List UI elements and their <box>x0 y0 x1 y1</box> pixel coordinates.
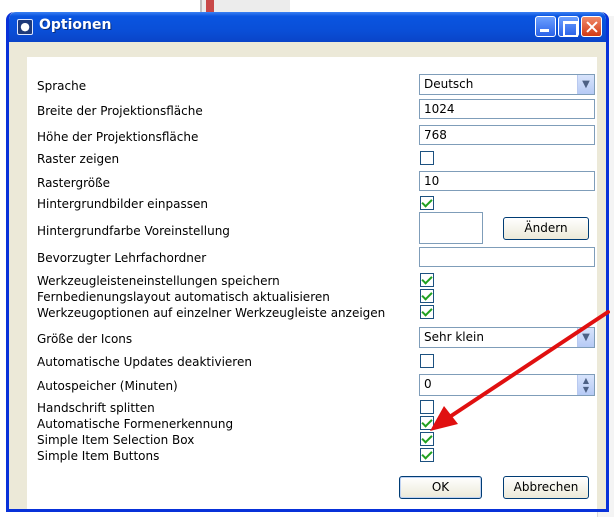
autosave-value: 0 <box>424 377 432 391</box>
show-grid-checkbox[interactable] <box>420 151 434 165</box>
fit-backgrounds-checkbox[interactable] <box>420 196 434 210</box>
simple-item-buttons-label: Simple Item Buttons <box>37 449 160 463</box>
split-handwriting-checkbox[interactable] <box>420 400 434 414</box>
maximize-button[interactable] <box>558 16 579 37</box>
close-button[interactable] <box>581 16 602 37</box>
title-bar[interactable]: ● Optionen <box>9 12 606 42</box>
fit-backgrounds-label: Hintergrundbilder einpassen <box>37 197 208 211</box>
save-toolbar-settings-checkbox[interactable] <box>420 273 434 287</box>
tool-options-single-toolbar-checkbox[interactable] <box>420 305 434 319</box>
projection-width-label: Breite der Projektionsfläche <box>37 104 203 118</box>
show-grid-label: Raster zeigen <box>37 152 120 166</box>
chevron-down-icon[interactable]: ▼ <box>577 75 594 94</box>
projection-width-input[interactable]: 1024 <box>419 99 595 119</box>
cancel-button[interactable]: Abbrechen <box>503 476 589 499</box>
auto-shape-recognition-checkbox[interactable] <box>420 416 434 430</box>
tool-options-single-toolbar-label: Werkzeugoptionen auf einzelner Werkzeugl… <box>37 306 386 320</box>
auto-shape-recognition-label: Automatische Formenerkennung <box>37 417 234 431</box>
save-toolbar-settings-label: Werkzeugleisteneinstellungen speichern <box>37 274 280 288</box>
options-panel: Sprache Deutsch ▼ Breite der Projektions… <box>27 57 597 509</box>
minimize-button[interactable] <box>535 16 556 37</box>
remote-layout-update-checkbox[interactable] <box>420 289 434 303</box>
split-handwriting-label: Handschrift splitten <box>37 401 155 415</box>
background-color-swatch[interactable] <box>419 212 483 244</box>
autosave-spinner[interactable]: 0 ▲ ▼ <box>419 374 595 396</box>
grid-size-label: Rastergröße <box>37 176 111 190</box>
projection-height-input[interactable]: 768 <box>419 125 595 145</box>
simple-item-buttons-checkbox[interactable] <box>420 448 434 462</box>
autosave-label: Autospeicher (Minuten) <box>37 379 178 393</box>
disable-auto-updates-checkbox[interactable] <box>420 354 434 368</box>
projection-height-label: Höhe der Projektionsfläche <box>37 130 199 144</box>
teacher-folder-input[interactable] <box>419 247 595 267</box>
simple-item-selection-box-checkbox[interactable] <box>420 432 434 446</box>
language-label: Sprache <box>37 79 87 93</box>
simple-item-selection-box-label: Simple Item Selection Box <box>37 433 195 447</box>
language-value: Deutsch <box>424 77 474 91</box>
background-color-label: Hintergrundfarbe Voreinstellung <box>37 224 230 238</box>
remote-layout-update-label: Fernbedienungslayout automatisch aktuali… <box>37 290 330 304</box>
disable-auto-updates-label: Automatische Updates deaktivieren <box>37 355 252 369</box>
icon-size-label: Größe der Icons <box>37 332 133 346</box>
icon-size-select[interactable]: Sehr klein ▼ <box>419 327 595 348</box>
change-color-button[interactable]: Ändern <box>503 217 589 240</box>
app-logo-icon: ● <box>17 19 33 35</box>
chevron-down-icon[interactable]: ▼ <box>577 328 594 347</box>
ok-button[interactable]: OK <box>399 476 482 499</box>
spinner-arrows-icon[interactable]: ▲ ▼ <box>577 375 594 395</box>
options-dialog: ● Optionen Sprache Deutsch ▼ Breite der … <box>6 12 609 512</box>
teacher-folder-label: Bevorzugter Lehrfachordner <box>37 251 207 265</box>
grid-size-input[interactable]: 10 <box>419 171 595 191</box>
language-select[interactable]: Deutsch ▼ <box>419 74 595 95</box>
window-title: Optionen <box>39 17 112 33</box>
icon-size-value: Sehr klein <box>424 330 484 344</box>
